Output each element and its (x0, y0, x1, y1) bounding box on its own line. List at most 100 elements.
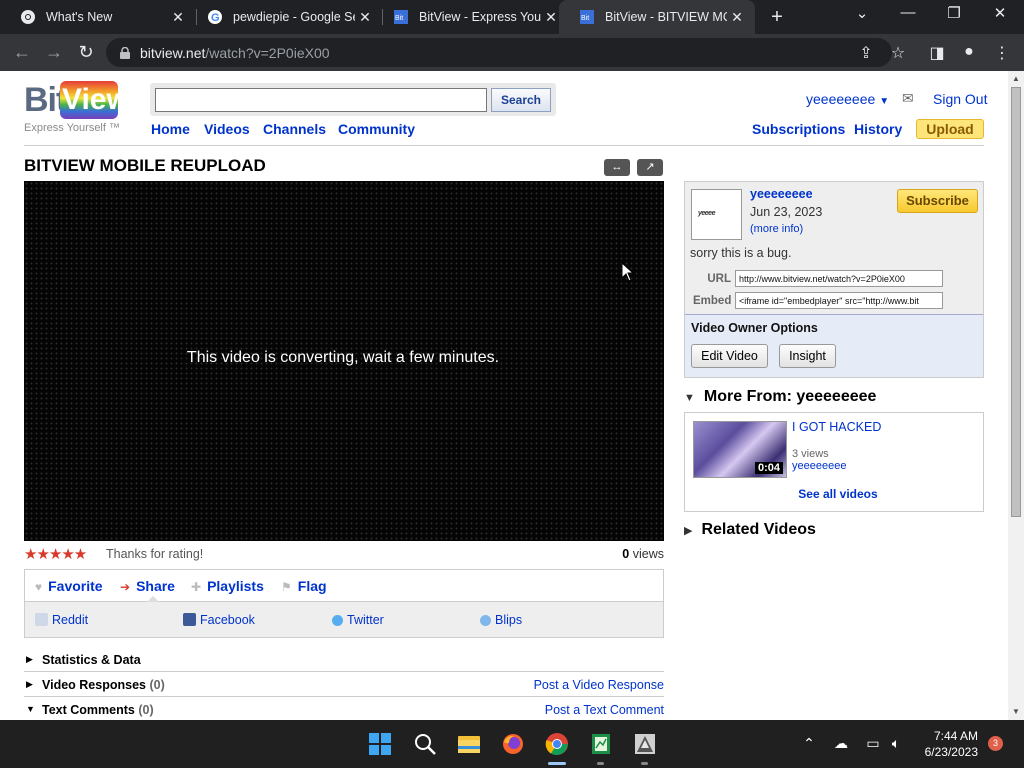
history-link[interactable]: History (854, 121, 902, 137)
url-field[interactable] (735, 270, 943, 287)
close-tab-icon[interactable]: ✕ (727, 9, 747, 26)
restore-icon[interactable]: ❐ (942, 4, 966, 22)
tab-bitview-home[interactable]: Bit BitView - Express Yours ✕ (373, 0, 569, 34)
nav-videos[interactable]: Videos (204, 121, 250, 137)
bookmark-star-icon[interactable]: ☆ (888, 43, 908, 63)
url-host: bitview.net (140, 44, 206, 61)
collapse-triangle-icon: ▼ (26, 704, 35, 714)
file-explorer-icon[interactable] (457, 732, 481, 756)
share-blips[interactable]: Blips (480, 613, 522, 627)
share-twitter[interactable]: Twitter (332, 613, 384, 627)
new-tab-icon[interactable]: + (766, 6, 788, 29)
tab-whats-new[interactable]: What's New ✕ (0, 0, 196, 34)
share-reddit[interactable]: Reddit (35, 613, 88, 627)
close-window-icon[interactable]: ✕ (988, 4, 1012, 22)
share-label: Share (136, 578, 175, 594)
rating-stars[interactable]: ★★★★★ (24, 545, 87, 563)
running-indicator (597, 762, 604, 765)
minimize-icon[interactable]: — (896, 4, 920, 21)
uploader-name-link[interactable]: yeeeeeeee (750, 187, 813, 201)
avatar[interactable]: yeeee (691, 189, 742, 240)
search-input[interactable] (155, 88, 487, 112)
spreadsheet-app-icon[interactable] (589, 732, 613, 756)
video-title: BITVIEW MOBILE REUPLOAD (24, 156, 266, 175)
chrome-icon (21, 10, 35, 24)
playlists-button[interactable]: ✚ Playlists (191, 578, 264, 594)
upload-button[interactable]: Upload (916, 119, 984, 139)
close-tab-icon[interactable]: ✕ (168, 9, 188, 26)
expand-triangle-icon: ▶ (26, 654, 33, 664)
video-thumbnail[interactable]: 0:04 (693, 421, 787, 478)
share-page-icon[interactable]: ⇪ (856, 43, 876, 63)
tab-search-chevron-icon[interactable]: ⌄ (850, 4, 874, 22)
flag-button[interactable]: ⚑ Flag (281, 578, 327, 594)
bitview-logo[interactable]: Bit View Express Yourself ™ (24, 81, 130, 135)
related-video-user[interactable]: yeeeeeeee (792, 460, 846, 472)
text-comments-section[interactable]: ▼ Text Comments (0) Post a Text Comment (24, 698, 664, 720)
menu-kebab-icon[interactable]: ⋮ (992, 43, 1012, 63)
related-videos-header[interactable]: ▶ Related Videos (684, 521, 816, 539)
see-all-videos-link[interactable]: See all videos (685, 487, 991, 501)
avatar-text: yeeee (698, 210, 715, 217)
post-text-comment-link[interactable]: Post a Text Comment (545, 703, 664, 717)
more-from-header[interactable]: ▼ More From: yeeeeeeee (684, 388, 876, 406)
back-icon[interactable]: ← (11, 42, 33, 63)
tab-bitview-watch[interactable]: Bit BitView - BITVIEW MOE ✕ (559, 0, 755, 34)
network-icon[interactable]: ▭ (863, 735, 883, 752)
svg-text:Bit: Bit (581, 15, 589, 22)
volume-icon[interactable]: 🔈︎ (886, 735, 906, 752)
playlists-label: Playlists (207, 578, 264, 594)
share-button[interactable]: ➔ Share (120, 578, 175, 594)
share-arrow-icon: ➔ (120, 580, 131, 594)
subscribe-button[interactable]: Subscribe (897, 189, 978, 213)
share-facebook-label: Facebook (200, 613, 255, 627)
show-hidden-icons-chevron-icon[interactable]: ⌃ (799, 735, 819, 752)
running-indicator (641, 762, 648, 765)
lock-icon[interactable] (120, 46, 130, 59)
nav-community[interactable]: Community (338, 121, 415, 137)
system-clock[interactable]: 7:44 AM 6/23/2023 (918, 728, 978, 760)
windows-start-icon[interactable] (368, 732, 392, 756)
post-video-response-link[interactable]: Post a Video Response (534, 678, 664, 692)
favorite-button[interactable]: ♥ Favorite (35, 578, 103, 594)
more-info-link[interactable]: (more info) (750, 223, 803, 235)
related-video-title[interactable]: I GOT HACKED (792, 420, 881, 434)
tab-google-search[interactable]: G pewdiepie - Google Se ✕ (187, 0, 383, 34)
cloud-offline-icon[interactable]: ☁ (831, 735, 851, 752)
close-tab-icon[interactable]: ✕ (541, 9, 561, 26)
scroll-up-icon[interactable]: ▲ (1012, 74, 1020, 83)
address-bar[interactable]: bitview.net/watch?v=2P0ieX00 (106, 38, 892, 67)
forward-icon[interactable]: → (43, 42, 65, 63)
search-button[interactable]: Search (491, 88, 551, 112)
video-player[interactable]: This video is converting, wait a few min… (24, 181, 664, 541)
scrollbar-thumb[interactable] (1011, 87, 1021, 517)
close-tab-icon[interactable]: ✕ (355, 9, 375, 26)
chrome-icon[interactable] (545, 732, 569, 756)
search-icon[interactable] (413, 732, 437, 756)
nav-channels[interactable]: Channels (263, 121, 326, 137)
nav-home[interactable]: Home (151, 121, 190, 137)
firefox-icon[interactable] (501, 732, 525, 756)
user-menu[interactable]: yeeeeeeee ▼ (806, 91, 889, 107)
tab-title: BitView - BITVIEW MOE (605, 10, 727, 24)
scroll-down-icon[interactable]: ▼ (1012, 707, 1020, 716)
side-panel-icon[interactable]: ◨ (927, 43, 947, 63)
video-responses-section[interactable]: ▶ Video Responses (0) Post a Video Respo… (24, 673, 664, 697)
share-facebook[interactable]: Facebook (183, 613, 255, 627)
statistics-section[interactable]: ▶ Statistics & Data (24, 648, 664, 672)
embed-field[interactable] (735, 292, 943, 309)
popout-player-icon[interactable]: ↗ (637, 159, 663, 176)
expand-player-icon[interactable]: ↔ (604, 159, 630, 176)
statistics-label: Statistics & Data (42, 653, 141, 667)
profile-icon[interactable]: ● (959, 43, 979, 61)
media-app-icon[interactable] (633, 732, 657, 756)
subscriptions-link[interactable]: Subscriptions (752, 121, 845, 137)
page-scrollbar[interactable]: ▲ ▼ (1008, 71, 1024, 720)
insight-button[interactable]: Insight (779, 344, 836, 368)
mail-icon[interactable]: ✉ (902, 90, 914, 107)
notification-badge[interactable]: 3 (988, 736, 1003, 751)
edit-video-button[interactable]: Edit Video (691, 344, 768, 368)
reload-icon[interactable]: ↻ (75, 42, 97, 63)
clock-date: 6/23/2023 (924, 745, 978, 759)
sign-out-link[interactable]: Sign Out (933, 91, 987, 107)
